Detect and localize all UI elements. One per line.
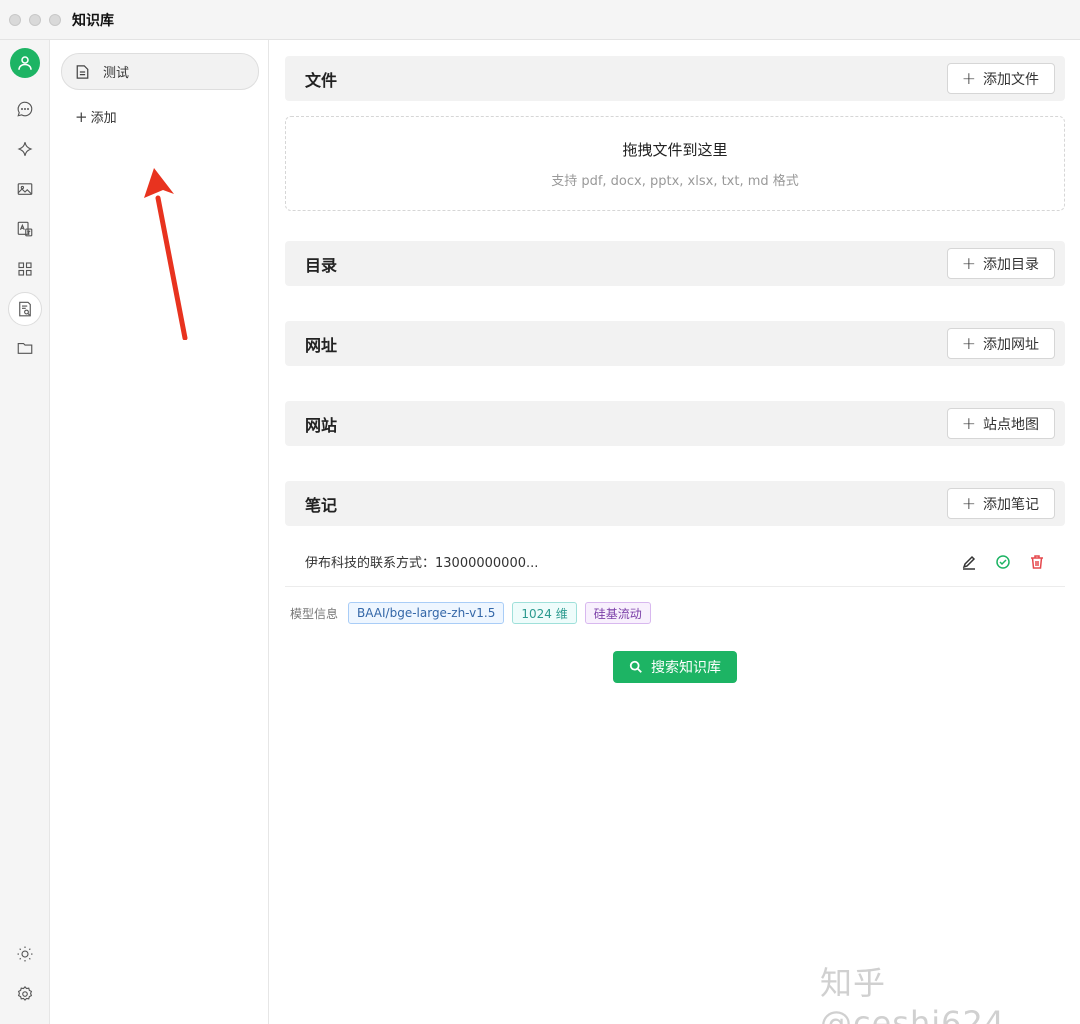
files-section-title: 文件 bbox=[305, 70, 338, 90]
add-file-button[interactable]: + 添加文件 bbox=[946, 63, 1055, 94]
sparkle-icon bbox=[17, 142, 33, 156]
rail-files-button[interactable] bbox=[9, 332, 41, 364]
add-note-button[interactable]: + 添加笔记 bbox=[946, 488, 1055, 519]
plus-icon: + bbox=[961, 253, 976, 274]
notes-section-header: 笔记 + 添加笔记 bbox=[285, 481, 1065, 526]
rail-assistant-button[interactable] bbox=[9, 133, 41, 165]
search-icon bbox=[629, 660, 642, 673]
add-label: 添加 bbox=[90, 111, 117, 126]
icon-rail bbox=[0, 40, 50, 1024]
user-avatar[interactable] bbox=[10, 48, 40, 78]
website-section-title: 网站 bbox=[305, 415, 338, 435]
annotation-arrow-icon bbox=[144, 168, 188, 340]
chat-bubble-icon bbox=[17, 101, 33, 117]
image-icon bbox=[17, 183, 33, 195]
note-text: 伊布科技的联系方式：13000000000... bbox=[305, 556, 539, 571]
rail-image-button[interactable] bbox=[9, 173, 41, 205]
add-url-label: 添加网址 bbox=[983, 336, 1039, 353]
add-knowledge-base-button[interactable]: + 添加 bbox=[75, 107, 117, 127]
rail-settings-button[interactable] bbox=[9, 978, 41, 1010]
sitemap-label: 站点地图 bbox=[983, 416, 1039, 433]
translate-icon bbox=[17, 221, 33, 237]
minimize-window-button[interactable] bbox=[29, 13, 41, 26]
add-url-button[interactable]: + 添加网址 bbox=[946, 328, 1055, 359]
user-icon bbox=[18, 56, 32, 70]
kb-item-test[interactable]: 测试 bbox=[61, 53, 259, 90]
dropzone-title: 拖拽文件到这里 bbox=[622, 140, 728, 159]
check-circle-icon[interactable] bbox=[995, 554, 1011, 570]
plus-icon: + bbox=[961, 68, 976, 89]
directory-section-title: 目录 bbox=[305, 255, 338, 275]
notes-section-title: 笔记 bbox=[305, 495, 338, 515]
edit-icon[interactable] bbox=[961, 554, 977, 570]
delete-icon[interactable] bbox=[1029, 554, 1045, 570]
url-section-header: 网址 + 添加网址 bbox=[285, 321, 1065, 366]
dropzone-hint: 支持 pdf, docx, pptx, xlsx, txt, md 格式 bbox=[551, 173, 799, 189]
document-icon bbox=[76, 64, 89, 79]
rail-theme-button[interactable] bbox=[9, 938, 41, 970]
provider-tag: 硅基流动 bbox=[584, 602, 651, 624]
search-knowledge-label: 搜索知识库 bbox=[651, 660, 721, 676]
sun-icon bbox=[17, 946, 33, 962]
add-directory-label: 添加目录 bbox=[983, 256, 1039, 273]
model-info-label: 模型信息 bbox=[290, 606, 339, 621]
model-name-tag: BAAI/bge-large-zh-v1.5 bbox=[348, 602, 505, 624]
add-directory-button[interactable]: + 添加目录 bbox=[946, 248, 1055, 279]
plus-icon: + bbox=[961, 493, 976, 514]
rail-chat-button[interactable] bbox=[9, 93, 41, 125]
knowledge-doc-icon bbox=[19, 301, 31, 317]
add-file-label: 添加文件 bbox=[983, 71, 1039, 88]
grid-icon bbox=[18, 262, 32, 276]
plus-icon: + bbox=[961, 413, 976, 434]
maximize-window-button[interactable] bbox=[49, 13, 61, 26]
gear-icon bbox=[17, 986, 33, 1001]
model-info: 模型信息 BAAI/bge-large-zh-v1.5 1024 维 硅基流动 bbox=[290, 602, 651, 624]
file-dropzone[interactable]: 拖拽文件到这里 支持 pdf, docx, pptx, xlsx, txt, m… bbox=[285, 116, 1065, 211]
note-actions bbox=[961, 554, 1045, 570]
plus-icon: + bbox=[961, 333, 976, 354]
website-section-header: 网站 + 站点地图 bbox=[285, 401, 1065, 446]
dimension-tag: 1024 维 bbox=[512, 602, 577, 624]
sitemap-button[interactable]: + 站点地图 bbox=[946, 408, 1055, 439]
kb-item-label: 测试 bbox=[103, 66, 130, 81]
add-note-label: 添加笔记 bbox=[983, 496, 1039, 513]
window-title: 知识库 bbox=[72, 12, 114, 29]
knowledge-detail: 文件 + 添加文件 拖拽文件到这里 支持 pdf, docx, pptx, xl… bbox=[270, 40, 1080, 1024]
rail-knowledge-button[interactable] bbox=[8, 292, 42, 326]
files-section-header: 文件 + 添加文件 bbox=[285, 56, 1065, 101]
rail-apps-button[interactable] bbox=[9, 253, 41, 285]
watermark: 知乎 @ceshi624 bbox=[820, 964, 1006, 1024]
url-section-title: 网址 bbox=[305, 335, 338, 355]
folder-icon bbox=[17, 342, 33, 354]
title-bar: 知识库 bbox=[0, 0, 1080, 40]
plus-icon: + bbox=[75, 107, 88, 126]
search-knowledge-button[interactable]: 搜索知识库 bbox=[613, 651, 737, 683]
rail-translate-button[interactable] bbox=[9, 213, 41, 245]
window-controls bbox=[9, 13, 61, 26]
note-list-item[interactable]: 伊布科技的联系方式：13000000000... bbox=[285, 537, 1065, 587]
knowledge-base-list: 测试 + 添加 bbox=[51, 40, 269, 1024]
directory-section-header: 目录 + 添加目录 bbox=[285, 241, 1065, 286]
close-window-button[interactable] bbox=[9, 13, 21, 26]
